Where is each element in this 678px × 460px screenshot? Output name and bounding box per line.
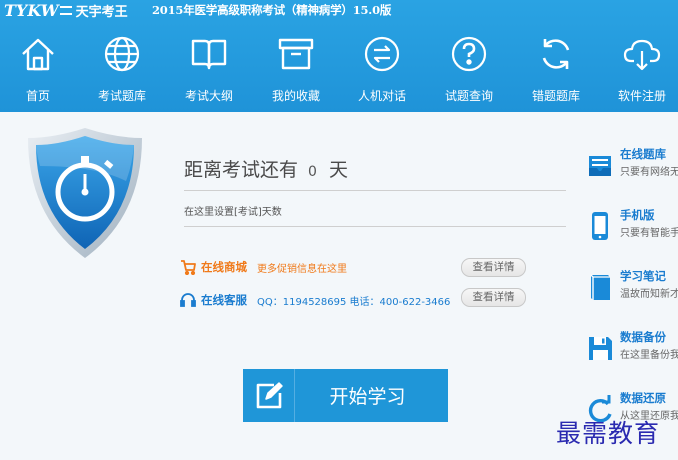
nav-syllabus-label: 考试大纲 — [184, 89, 233, 103]
cloud-download-icon — [623, 39, 661, 71]
service-details-button[interactable]: 查看详情 — [461, 288, 526, 307]
top-toolbar: TYKW 天宇考王 2015年医学高级职称考试（精神病学）15.0版 首页 考试… — [0, 0, 678, 112]
side-notes-desc: 温故而知新才 — [620, 289, 678, 300]
set-exam-days-link[interactable]: 在这里设置[考试]天数 — [184, 203, 282, 218]
refresh-icon — [542, 39, 570, 69]
headset-icon — [180, 293, 196, 307]
side-notes[interactable]: 学习笔记 温故而知新才 — [584, 268, 678, 306]
start-learning-button[interactable]: 开始学习 — [243, 369, 448, 422]
nav-exam-bank[interactable]: 考试题库 — [79, 34, 165, 108]
mobile-icon — [592, 212, 608, 240]
online-shop-desc: 更多促销信息在这里 — [257, 263, 347, 275]
shop-details-button[interactable]: 查看详情 — [461, 258, 526, 277]
side-mobile[interactable]: 手机版 只要有智能手机 — [584, 207, 678, 245]
shopping-cart-icon — [181, 260, 196, 275]
side-online-bank-title: 在线题库 — [620, 147, 666, 161]
nav-dialogue-label: 人机对话 — [357, 89, 406, 103]
nav-favorites[interactable]: 我的收藏 — [253, 34, 339, 108]
side-restore-title: 数据还原 — [620, 391, 666, 405]
divider — [184, 226, 566, 227]
start-learning-label: 开始学习 — [329, 386, 406, 408]
nav-exam-bank-label: 考试题库 — [97, 89, 146, 103]
exam-countdown: 距离考试还有 0 天 — [184, 155, 348, 182]
notebook-icon — [590, 274, 610, 300]
archive-box-icon — [278, 38, 314, 70]
start-icon-box — [243, 369, 295, 422]
nav-wrong-bank-label: 错题题库 — [531, 89, 580, 103]
nav-question-search[interactable]: 试题查询 — [426, 34, 512, 108]
side-mobile-title: 手机版 — [620, 208, 655, 222]
side-backup-title: 数据备份 — [620, 330, 666, 344]
logo-wings-icon — [59, 5, 72, 15]
countdown-prefix: 距离考试还有 — [184, 159, 299, 181]
online-shop-row: 在线商城 更多促销信息在这里 — [180, 258, 347, 276]
nav-favorites-label: 我的收藏 — [271, 89, 320, 103]
side-backup[interactable]: 数据备份 在这里备份我的 — [584, 329, 678, 367]
nav-home-label: 首页 — [25, 89, 50, 103]
book-icon — [191, 39, 227, 70]
side-backup-desc: 在这里备份我的 — [620, 350, 678, 361]
side-mobile-desc: 只要有智能手机 — [620, 228, 678, 239]
globe-icon — [104, 36, 140, 72]
side-notes-title: 学习笔记 — [620, 269, 666, 283]
nav-home[interactable]: 首页 — [0, 34, 81, 108]
side-online-bank[interactable]: 在线题库 只要有网络无论 — [584, 146, 678, 184]
shield-stopwatch-icon — [28, 128, 142, 258]
save-disk-icon — [589, 337, 612, 360]
countdown-unit: 天 — [328, 159, 348, 181]
logo-text: TYKW — [4, 0, 59, 20]
nav-syllabus[interactable]: 考试大纲 — [166, 34, 252, 108]
nav-wrong-bank[interactable]: 错题题库 — [513, 34, 599, 108]
nav-register[interactable]: 软件注册 — [599, 34, 678, 108]
app-title: 2015年医学高级职称考试（精神病学）15.0版 — [152, 3, 392, 17]
nav-dialogue[interactable]: 人机对话 — [339, 34, 425, 108]
online-bank-icon — [589, 156, 611, 176]
nav-question-search-label: 试题查询 — [444, 89, 493, 103]
watermark: 最需教育 — [556, 419, 661, 448]
side-online-bank-desc: 只要有网络无论 — [620, 167, 678, 178]
help-icon — [451, 36, 487, 72]
online-service-row: 在线客服 QQ：1194528695 电话：400-622-3466 — [180, 291, 450, 309]
exchange-icon — [364, 36, 400, 72]
main-panel: 距离考试还有 0 天 在这里设置[考试]天数 在线商城 更多促销信息在这里 查看… — [0, 112, 678, 460]
online-service-contact: QQ：1194528695 电话：400-622-3466 — [257, 296, 451, 308]
online-shop-title[interactable]: 在线商城 — [201, 259, 247, 275]
brand: TYKW 天宇考王 — [4, 0, 128, 20]
edit-icon — [256, 381, 283, 408]
nav-register-label: 软件注册 — [617, 89, 666, 103]
countdown-days: 0 — [308, 164, 317, 180]
divider — [184, 190, 566, 191]
home-icon — [22, 38, 54, 71]
brand-name: 天宇考王 — [75, 4, 128, 20]
online-service-title[interactable]: 在线客服 — [201, 292, 247, 308]
